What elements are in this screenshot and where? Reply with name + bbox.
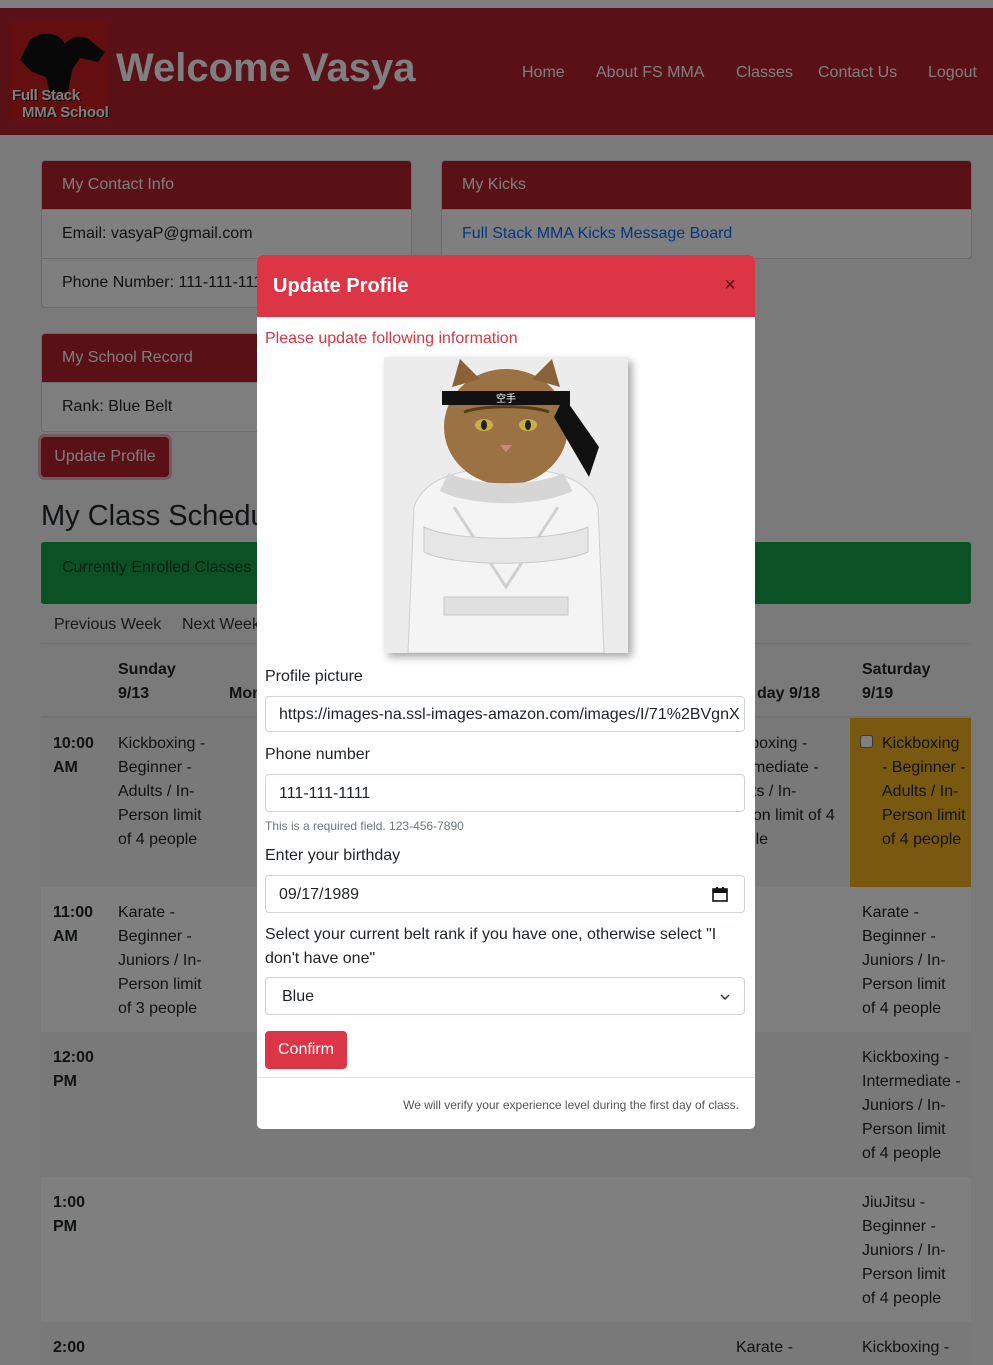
karate-cat-image: 空手 bbox=[384, 357, 628, 653]
phone-label: Phone number bbox=[265, 746, 370, 763]
phone-hint: This is a required field. 123-456-7890 bbox=[265, 819, 464, 833]
belt-label: Select your current belt rank if you hav… bbox=[265, 926, 717, 967]
modal-footer-divider bbox=[257, 1077, 755, 1078]
birthday-label: Enter your birthday bbox=[265, 847, 401, 864]
svg-text:空手: 空手 bbox=[496, 392, 516, 405]
update-instructions: Please update following information bbox=[265, 330, 518, 347]
profile-picture-input[interactable]: https://images-na.ssl-images-amazon.com/… bbox=[265, 696, 745, 732]
profile-picture-preview: 空手 bbox=[384, 357, 628, 653]
belt-select-value: Blue bbox=[282, 988, 315, 1005]
chevron-down-icon bbox=[720, 994, 730, 1001]
update-profile-modal: Update Profile × Please update following… bbox=[257, 255, 755, 1129]
modal-footer-note: We will verify your experience level dur… bbox=[403, 1098, 739, 1112]
belt-select[interactable]: Blue bbox=[265, 977, 745, 1015]
modal-title: Update Profile bbox=[273, 275, 409, 297]
birthday-input[interactable]: 09/17/1989 bbox=[265, 875, 745, 913]
birthday-value: 09/17/1989 bbox=[279, 886, 360, 903]
phone-input[interactable]: 111-111-1111 bbox=[265, 774, 745, 812]
confirm-button[interactable]: Confirm bbox=[265, 1031, 347, 1069]
close-icon[interactable]: × bbox=[721, 275, 739, 295]
calendar-icon[interactable] bbox=[712, 886, 728, 902]
profile-picture-label: Profile picture bbox=[265, 668, 363, 685]
